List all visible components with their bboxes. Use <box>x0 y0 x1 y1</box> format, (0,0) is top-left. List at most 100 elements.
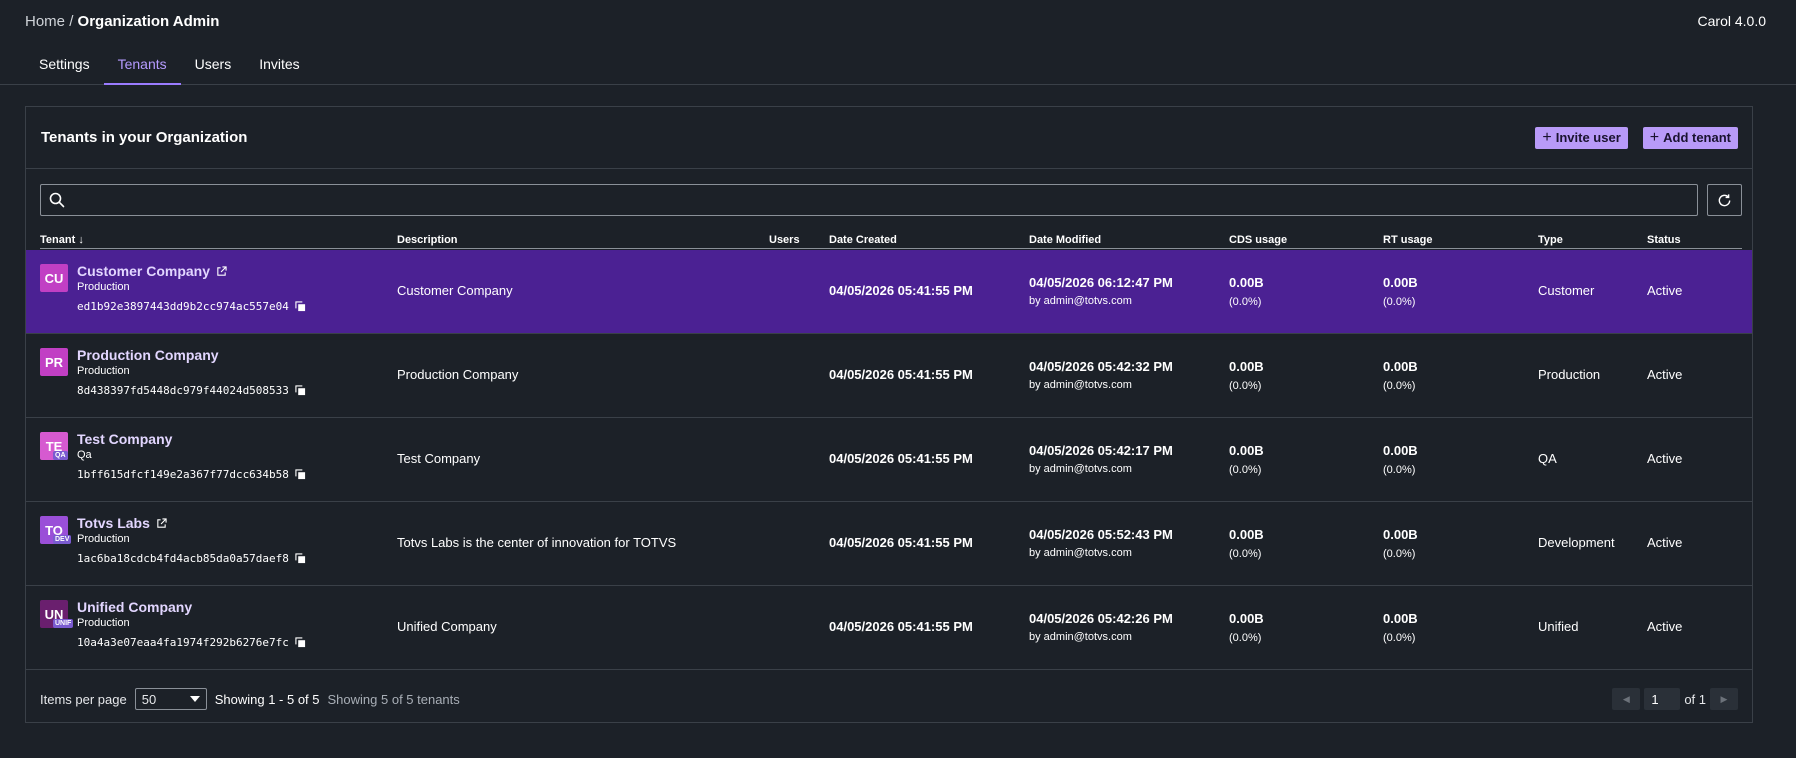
tenant-rt-pct: (0.0%) <box>1383 380 1416 392</box>
external-link-icon[interactable] <box>216 265 227 277</box>
tenant-id-text: 1ac6ba18cdcb4fd4acb85da0a57daef8 <box>77 552 289 565</box>
search-input[interactable] <box>73 185 1697 215</box>
items-per-page-select[interactable]: 50 <box>134 688 207 710</box>
caret-down-icon <box>189 696 200 702</box>
tenant-date-modified: 04/05/2026 06:12:47 PM <box>1029 275 1173 290</box>
caret-left-icon: ◀ <box>1622 693 1630 704</box>
tenant-name-text: Production Company <box>77 347 219 363</box>
next-page-button[interactable]: ▶ <box>1710 688 1738 710</box>
table-row[interactable]: TO DEV Totvs Labs Production 1ac6ba18cdc… <box>26 502 1752 586</box>
tenants-panel: Tenants in your Organization + Invite us… <box>25 106 1753 723</box>
col-tenant[interactable]: Tenant ↓ <box>40 234 84 246</box>
add-tenant-label: Add tenant <box>1663 130 1731 145</box>
page-input[interactable]: 1 <box>1644 688 1681 710</box>
breadcrumb-separator: / <box>69 12 74 30</box>
tenant-rt-pct: (0.0%) <box>1383 548 1416 560</box>
tenant-modified-by: by admin@totvs.com <box>1029 463 1132 475</box>
tenant-description: Production Company <box>397 367 519 382</box>
copy-icon[interactable] <box>295 553 306 564</box>
tenant-date-created: 04/05/2026 05:41:55 PM <box>829 535 973 550</box>
tenant-name[interactable]: Production Company <box>77 347 219 363</box>
tenant-id-text: 10a4a3e07eaa4fa1974f292b6276e7fc <box>77 636 289 649</box>
tenant-env: Production <box>77 617 130 629</box>
tenant-name-text: Customer Company <box>77 263 211 279</box>
page-of: of 1 <box>1684 691 1706 707</box>
tab-tenants[interactable]: Tenants <box>103 50 181 85</box>
tenant-modified-by: by admin@totvs.com <box>1029 295 1132 307</box>
tenant-status: Active <box>1647 535 1683 550</box>
copy-icon[interactable] <box>295 469 306 480</box>
tenant-name[interactable]: Customer Company <box>77 263 227 279</box>
tenant-cds-usage: 0.00B <box>1229 275 1264 290</box>
invite-user-button[interactable]: + Invite user <box>1535 126 1628 149</box>
col-status[interactable]: Status <box>1647 234 1681 246</box>
tenant-env: Production <box>77 281 130 293</box>
tenant-id-text: 8d438397fd5448dc979f44024d508533 <box>77 384 289 397</box>
external-link-icon[interactable] <box>156 517 167 529</box>
tenant-cds-pct: (0.0%) <box>1229 464 1262 476</box>
tab-settings[interactable]: Settings <box>25 50 104 85</box>
table-row[interactable]: UN UNIF Unified Company Production 10a4a… <box>26 586 1752 670</box>
search-row <box>40 184 1742 216</box>
items-per-page-label: Items per page <box>40 691 127 707</box>
table-row[interactable]: TE QA Test Company Qa 1bff615dfcf149e2a3… <box>26 418 1752 502</box>
tenant-name-text: Test Company <box>77 431 173 447</box>
tenant-name[interactable]: Test Company <box>77 431 172 447</box>
col-date-modified[interactable]: Date Modified <box>1029 234 1101 246</box>
copy-icon[interactable] <box>295 385 306 396</box>
tenant-rt-pct: (0.0%) <box>1383 632 1416 644</box>
tenant-cds-usage: 0.00B <box>1229 443 1264 458</box>
tenant-date-modified: 04/05/2026 05:42:32 PM <box>1029 359 1173 374</box>
copy-icon[interactable] <box>295 301 306 312</box>
sort-down-icon: ↓ <box>78 234 84 246</box>
app-version: Carol 4.0.0 <box>1697 13 1766 29</box>
tenant-id: 1bff615dfcf149e2a367f77dcc634b58 <box>77 468 306 481</box>
tenant-avatar: PR <box>40 348 68 376</box>
table-header: Tenant ↓ Description Users Date Created … <box>40 231 1742 249</box>
col-cds-usage[interactable]: CDS usage <box>1229 234 1287 246</box>
col-type[interactable]: Type <box>1538 234 1563 246</box>
tenant-rt-usage: 0.00B <box>1383 611 1418 626</box>
tenant-name[interactable]: Totvs Labs <box>77 515 167 531</box>
tenant-type: QA <box>1538 451 1557 466</box>
refresh-button[interactable] <box>1707 184 1742 216</box>
col-description[interactable]: Description <box>397 234 458 246</box>
col-rt-usage[interactable]: RT usage <box>1383 234 1433 246</box>
tenant-rt-usage: 0.00B <box>1383 275 1418 290</box>
tenant-id: 8d438397fd5448dc979f44024d508533 <box>77 384 306 397</box>
prev-page-button[interactable]: ◀ <box>1612 688 1641 710</box>
search-box <box>40 184 1698 216</box>
table-row[interactable]: PR Production Company Production 8d43839… <box>26 334 1752 418</box>
tenant-env: Production <box>77 365 130 377</box>
col-users[interactable]: Users <box>769 234 800 246</box>
tenant-rt-usage: 0.00B <box>1383 527 1418 542</box>
copy-icon[interactable] <box>295 637 306 648</box>
tenant-date-created: 04/05/2026 05:41:55 PM <box>829 283 973 298</box>
tenant-rt-pct: (0.0%) <box>1383 296 1416 308</box>
tenant-modified-by: by admin@totvs.com <box>1029 631 1132 643</box>
tenant-status: Active <box>1647 367 1683 382</box>
tenant-id: 10a4a3e07eaa4fa1974f292b6276e7fc <box>77 636 306 649</box>
tenant-date-modified: 04/05/2026 05:42:17 PM <box>1029 443 1173 458</box>
add-tenant-button[interactable]: + Add tenant <box>1642 126 1738 149</box>
env-badge: DEV <box>53 535 72 544</box>
tab-invites[interactable]: Invites <box>245 50 313 85</box>
table-footer: Items per page 50 Showing 1 - 5 of 5 Sho… <box>40 687 1738 711</box>
tab-users[interactable]: Users <box>181 50 246 85</box>
tenant-type: Customer <box>1538 283 1595 298</box>
tenant-date-created: 04/05/2026 05:41:55 PM <box>829 451 973 466</box>
tenant-status: Active <box>1647 283 1683 298</box>
tenant-name[interactable]: Unified Company <box>77 599 192 615</box>
col-date-created[interactable]: Date Created <box>829 234 897 246</box>
tenant-rt-pct: (0.0%) <box>1383 464 1416 476</box>
plus-icon: + <box>1649 128 1660 146</box>
refresh-icon <box>1718 193 1731 206</box>
tenant-type: Development <box>1538 535 1615 550</box>
top-bar: Home / Organization Admin Carol 4.0.0 <box>25 10 1766 32</box>
tenant-type: Production <box>1538 367 1601 382</box>
breadcrumb-home[interactable]: Home <box>25 13 65 30</box>
showing-range: Showing 1 - 5 of 5 <box>214 691 320 707</box>
search-icon <box>49 192 65 208</box>
tenant-name-text: Unified Company <box>77 599 193 615</box>
table-row[interactable]: CU Customer Company Production ed1b92e38… <box>26 250 1752 334</box>
